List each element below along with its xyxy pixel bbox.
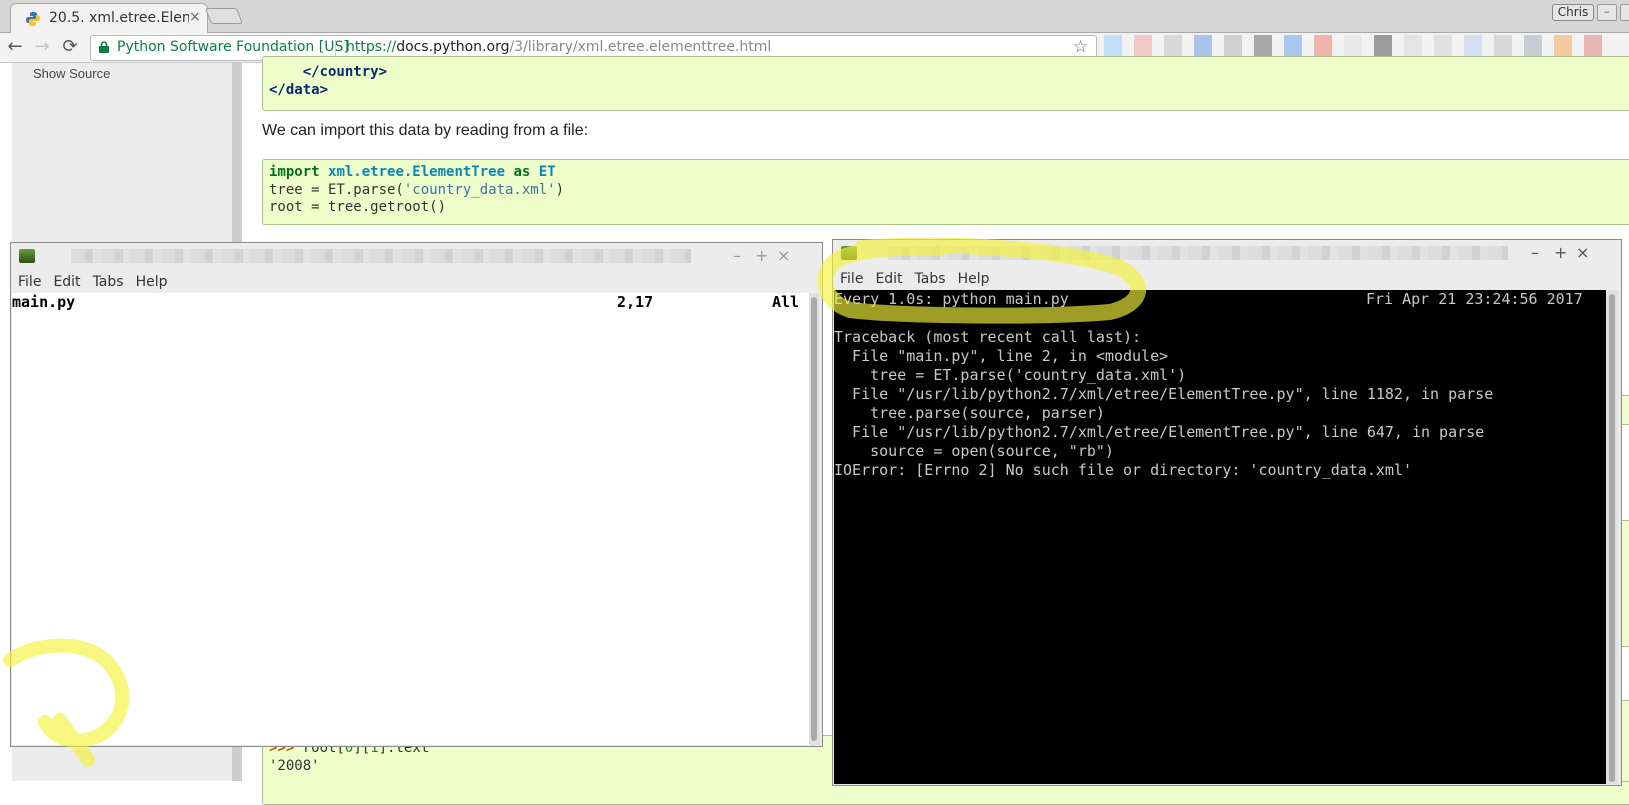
close-icon[interactable]: ×	[777, 246, 790, 265]
code-line: </data>	[269, 81, 329, 98]
code-block-xml: </country> </data>	[262, 56, 1629, 111]
divider	[335, 40, 336, 56]
doc-paragraph: We can import this data by reading from …	[262, 122, 589, 139]
output-line: File "/usr/lib/python2.7/xml/etree/Eleme…	[852, 385, 1494, 403]
bookmark-item[interactable]	[1164, 35, 1182, 57]
terminal-window-watch[interactable]: – + × File Edit Tabs Help Every 1.0s: pytho…	[832, 239, 1622, 786]
tab-close-icon[interactable]: ×	[189, 9, 201, 25]
minimize-icon[interactable]: –	[733, 246, 741, 265]
site-identity[interactable]: Python Software Foundation [US]	[117, 39, 349, 55]
window-minimize-button[interactable]: –	[1597, 4, 1617, 21]
output-line: IOError: [Errno 2] No such file or direc…	[834, 461, 1412, 479]
watch-header-timestamp: Fri Apr 21 23:24:56 2017	[1366, 290, 1583, 308]
url-host: docs.python.org	[396, 39, 510, 55]
code-keyword: import	[269, 164, 320, 180]
terminal-app-icon	[841, 246, 857, 260]
terminal-title-redacted	[888, 246, 1508, 260]
maximize-icon[interactable]: +	[1554, 243, 1567, 262]
terminal-menubar: File Edit Tabs Help	[833, 268, 1621, 290]
output-line: tree.parse(source, parser)	[870, 404, 1105, 422]
terminal-titlebar[interactable]: – + ×	[11, 243, 822, 271]
menu-tabs[interactable]: Tabs	[915, 268, 946, 290]
menu-edit[interactable]: Edit	[875, 268, 902, 290]
code-string: 'country_data.xml'	[403, 181, 556, 198]
traceback-output: Traceback (most recent call last): File …	[834, 328, 1493, 479]
terminal-scrollbar[interactable]	[1607, 290, 1617, 784]
menu-file[interactable]: File	[18, 271, 41, 293]
menu-help[interactable]: Help	[958, 268, 990, 290]
bookmark-item[interactable]	[1434, 35, 1452, 57]
code-line: </country>	[269, 64, 388, 80]
bookmark-item[interactable]	[1224, 35, 1242, 57]
bookmark-item[interactable]	[1314, 35, 1332, 57]
reload-icon[interactable]: ⟳	[60, 36, 80, 57]
tab-title: 20.5. xml.etree.Elen	[49, 10, 189, 26]
python-logo-icon	[26, 12, 40, 26]
minimize-icon[interactable]: –	[1531, 243, 1539, 262]
bookmark-item[interactable]	[1374, 35, 1392, 57]
code-text: tree = ET.parse(	[269, 181, 404, 198]
code-module: xml.etree.ElementTree	[328, 164, 506, 180]
url-text[interactable]: https://docs.python.org/3/library/xml.et…	[346, 39, 771, 55]
code-text: )	[555, 181, 565, 198]
output-line: source = open(source, "rb")	[870, 442, 1114, 460]
bookmark-item[interactable]	[1554, 35, 1572, 57]
bookmark-item[interactable]	[1584, 35, 1602, 57]
menu-file[interactable]: File	[840, 268, 863, 290]
browser-tab-active[interactable]: 20.5. xml.etree.Elen ×	[10, 3, 208, 33]
bookmark-item[interactable]	[1464, 35, 1482, 57]
profile-button[interactable]: Chris	[1552, 4, 1594, 21]
vim-status-line: main.py 2,17 All	[12, 293, 809, 745]
bookmark-item[interactable]	[1254, 35, 1272, 57]
watch-header-left: Every 1.0s: python main.py	[834, 290, 1069, 308]
url-scheme: https://	[346, 39, 397, 55]
bookmark-item[interactable]	[1284, 35, 1302, 57]
back-arrow-icon[interactable]: ←	[5, 36, 25, 57]
terminal-menubar: File Edit Tabs Help	[11, 271, 822, 293]
url-path: /3/library/xml.etree.elementtree.html	[509, 39, 772, 55]
menu-help[interactable]: Help	[136, 271, 168, 293]
close-icon[interactable]: ×	[1576, 243, 1589, 262]
bookmark-item[interactable]	[1404, 35, 1422, 57]
bookmark-item[interactable]	[1134, 35, 1152, 57]
status-filename: main.py	[12, 293, 76, 311]
code-keyword: as	[513, 164, 531, 180]
code-alias: ET	[538, 164, 556, 180]
bookmark-star-icon[interactable]: ☆	[1073, 37, 1088, 57]
output-line: tree = ET.parse('country_data.xml')	[870, 366, 1187, 384]
terminal-app-icon	[19, 249, 35, 263]
terminal-titlebar[interactable]: – + ×	[833, 240, 1621, 268]
status-scroll: All	[772, 293, 800, 311]
code-block-python: import xml.etree.ElementTree as ET tree …	[262, 159, 1629, 225]
bookmark-item[interactable]	[1194, 35, 1212, 57]
new-tab-button[interactable]	[205, 8, 243, 24]
terminal-title-redacted	[71, 249, 691, 263]
terminal-output[interactable]: Every 1.0s: python main.py Fri Apr 21 23:…	[834, 290, 1606, 784]
bookmark-item[interactable]	[1494, 35, 1512, 57]
lock-icon	[99, 41, 109, 53]
menu-edit[interactable]: Edit	[53, 271, 80, 293]
show-source-link[interactable]: Show Source	[33, 66, 110, 81]
bookmark-item[interactable]	[1344, 35, 1362, 57]
bookmark-item[interactable]	[1104, 35, 1122, 57]
maximize-icon[interactable]: +	[755, 246, 768, 265]
output-line: File "main.py", line 2, in <module>	[852, 347, 1169, 365]
menu-tabs[interactable]: Tabs	[93, 271, 124, 293]
bookmark-item[interactable]	[1524, 35, 1542, 57]
code-line: root = tree.getroot()	[269, 199, 447, 215]
output-line: Traceback (most recent call last):	[834, 328, 1142, 346]
browser-tab-strip: 20.5. xml.etree.Elen × Chris –	[0, 0, 1629, 33]
scrollbar-thumb[interactable]	[1609, 294, 1615, 782]
forward-arrow-icon[interactable]: →	[32, 36, 52, 57]
output-line: File "/usr/lib/python2.7/xml/etree/Eleme…	[852, 423, 1485, 441]
scrollbar-thumb[interactable]	[811, 297, 817, 741]
repl-output: '2008'	[269, 757, 320, 774]
terminal-scrollbar[interactable]	[809, 293, 819, 745]
terminal-window-vim[interactable]: – + × FileEditTabsHelp 1 import xml.etre…	[10, 242, 823, 747]
status-position: 2,17	[617, 293, 654, 311]
window-maximize-button[interactable]	[1620, 4, 1629, 21]
